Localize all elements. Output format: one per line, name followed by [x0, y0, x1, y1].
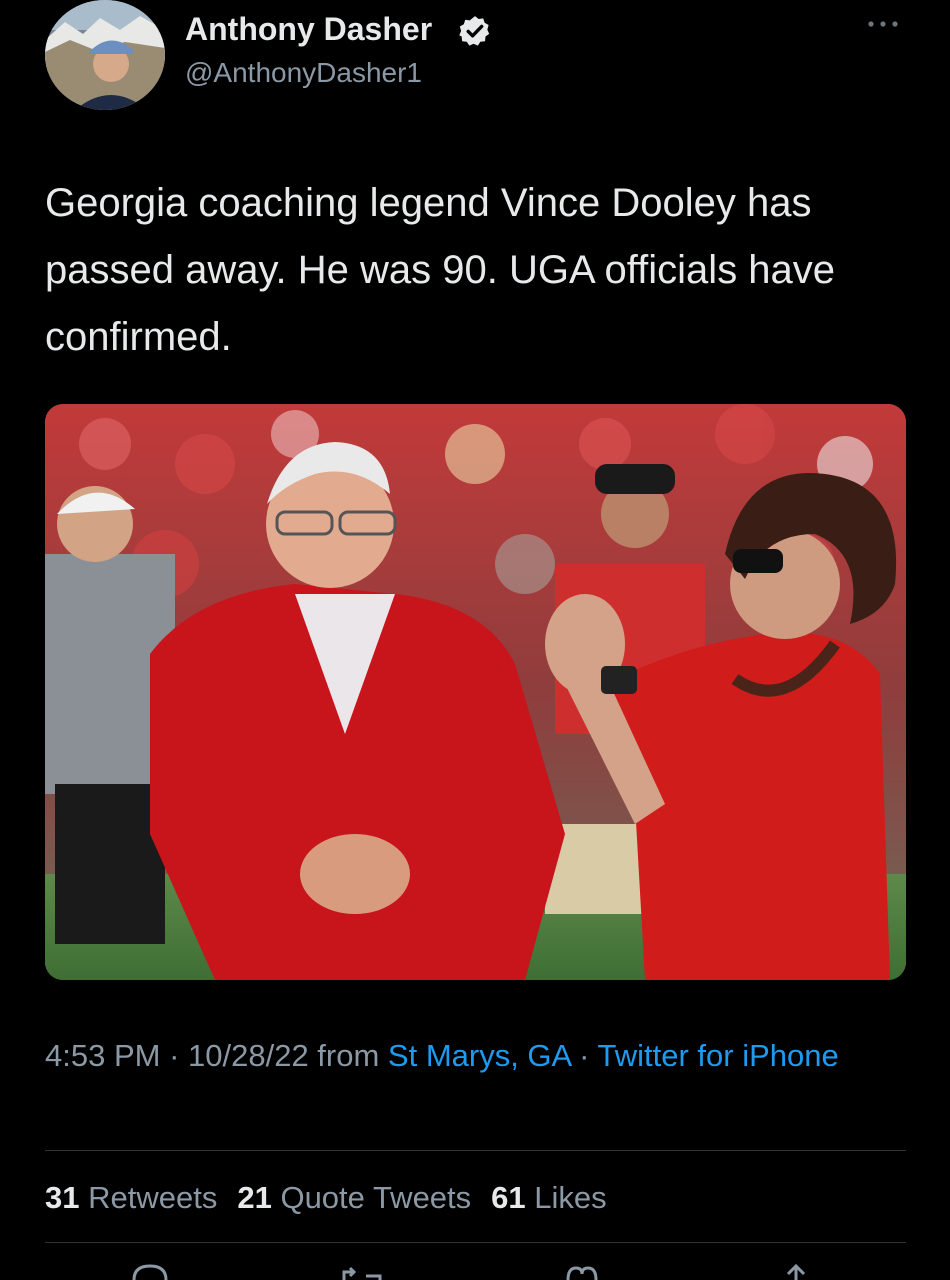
likes-label: Likes [534, 1180, 607, 1215]
reply-icon[interactable] [128, 1262, 172, 1280]
retweets-count: 31 [45, 1180, 80, 1215]
meta-separator: · [160, 1038, 189, 1073]
quotes-stat[interactable]: 21 Quote Tweets [237, 1180, 471, 1215]
retweets-label: Retweets [88, 1180, 218, 1215]
more-options-icon[interactable] [862, 14, 904, 34]
client-link[interactable]: Twitter for iPhone [598, 1038, 839, 1073]
tweet-media-photo[interactable] [45, 404, 906, 980]
like-icon[interactable] [560, 1262, 604, 1280]
divider [45, 1242, 906, 1243]
location-link[interactable]: St Marys, GA [388, 1038, 571, 1073]
divider [45, 1150, 906, 1151]
avatar-photo [45, 0, 165, 110]
likes-count: 61 [491, 1180, 526, 1215]
photo-illustration [45, 404, 906, 980]
author-display-name[interactable]: Anthony Dasher [185, 10, 432, 48]
author-handle[interactable]: @AnthonyDasher1 [185, 56, 422, 90]
share-icon[interactable] [774, 1262, 818, 1280]
retweet-icon[interactable] [340, 1262, 384, 1280]
quotes-count: 21 [237, 1180, 272, 1215]
tweet-meta: 4:53 PM · 10/28/22 from St Marys, GA · T… [45, 1032, 915, 1079]
likes-stat[interactable]: 61 Likes [491, 1180, 606, 1215]
meta-separator: · [570, 1038, 598, 1073]
verified-badge-icon [459, 16, 490, 46]
author-avatar[interactable] [45, 0, 165, 110]
tweet-date[interactable]: 10/28/22 [188, 1038, 309, 1073]
retweets-stat[interactable]: 31 Retweets [45, 1180, 217, 1215]
meta-from: from [308, 1038, 388, 1073]
tweet-text: Georgia coaching legend Vince Dooley has… [45, 181, 836, 359]
tweet-time[interactable]: 4:53 PM [45, 1038, 160, 1073]
engagement-stats: 31 Retweets 21 Quote Tweets 61 Likes [45, 1176, 607, 1220]
quotes-label: Quote Tweets [280, 1180, 472, 1215]
